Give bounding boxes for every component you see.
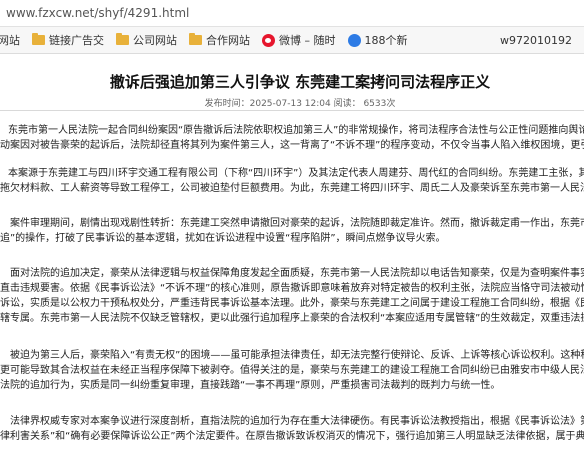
bookmark-link-exchange[interactable]: 链接广告交 — [32, 32, 104, 48]
bookmark-label: 微博 – 随时 — [279, 34, 336, 47]
bookmark-label: 188个新 — [364, 34, 408, 47]
bookmark-label: 网站 — [0, 34, 20, 47]
paragraph-line: 更可能导致其合法权益在未经正当程序保障下被剥夺。值得关注的是，豪荣与东莞建工的建… — [0, 365, 584, 376]
article: 撤诉后强追加第三人引争议 东莞建工案拷问司法程序正义 发布时间：2025-07-… — [0, 54, 584, 449]
paragraph-line: 诉讼，实质是以公权力干预私权处分，严重违背民事诉讼基本法理。此外，豪荣与东莞建工… — [0, 298, 584, 309]
paragraph-line: 被迫为第三人后，豪荣陷入“有责无权”的困境——虽可能承担法律责任，却无法完整行使… — [10, 350, 584, 361]
article-meta: 发布时间：2025-07-13 12:04 阅读： 6533次 — [204, 99, 396, 109]
paragraph-line: 东莞市第一人民法院一起合同纠纷案因“原告撤诉后法院依职权追加第三人”的非常规操作… — [8, 125, 584, 136]
baidu-paw-icon — [347, 33, 361, 47]
paragraph-line: 法律界权威专家对本案争议进行深度剖析，直指法院的追加行为存在重大法律硬伤。有民事… — [10, 416, 584, 427]
bookmark-weibo[interactable]: 微博 – 随时 — [262, 32, 336, 48]
article-paragraph: 案件审理期间，剧情出现戏剧性转折：东莞建工突然申请撤回对豪荣的起诉，法院随即裁定… — [0, 216, 584, 246]
paragraph-line: 律利害关系”和“确有必要保障诉讼公正”两个法定要件。在原告撤诉致诉权消灭的情况下… — [0, 431, 584, 442]
bookmark-company-sites[interactable]: 公司网站 — [116, 32, 177, 48]
article-paragraph: 本案源于东莞建工与四川环宇交通工程有限公司（下称“四川环宇”）及其法定代表人周建… — [0, 166, 584, 196]
paragraph-line: 本案源于东莞建工与四川环宇交通工程有限公司（下称“四川环宇”）及其法定代表人周建… — [8, 168, 584, 179]
paragraph-line: 辖专属。东莞市第一人民法院不仅缺乏管辖权，更以此强行追加程序上豪荣的合法权利“本… — [0, 313, 584, 324]
folder-icon — [32, 33, 45, 45]
paragraph-line: 直击违规要害。依据《民事诉讼法》“不诉不理”的核心准则，原告撤诉即意味着放弃对特… — [0, 283, 584, 294]
article-paragraph: 被迫为第三人后，豪荣陷入“有责无权”的困境——虽可能承担法律责任，却无法完整行使… — [0, 348, 584, 393]
url-text[interactable]: www.fzxcw.net/shyf/4291.html — [6, 6, 189, 20]
bookmark-label: 公司网站 — [133, 34, 177, 47]
folder-icon — [116, 33, 129, 45]
paragraph-line: 法院的追加行为，实质是同一纠纷重复审理，直接践踏“一事不再理”原则，严重损害司法… — [0, 380, 501, 391]
paragraph-line: 案件审理期间，剧情出现戏剧性转折：东莞建工突然申请撤回对豪荣的起诉，法院随即裁定… — [10, 218, 584, 229]
paragraph-line: 面对法院的追加决定，豪荣从法律逻辑与权益保障角度发起全面质疑，东莞市第一人民法院… — [10, 268, 584, 279]
bookmark-label: 链接广告交 — [49, 34, 104, 47]
bookmark-188[interactable]: 188个新 — [347, 32, 408, 48]
bookmark-websites[interactable]: 网站 — [0, 32, 20, 48]
paragraph-line: 动案因对被告豪荣的起诉后，法院却径直将其列为案件第三人，这一背离了“不诉不理”的… — [0, 140, 584, 151]
bookmarks-bar: 网站 链接广告交 公司网站 合作网站 微博 – 随时 188个新 w972010… — [0, 27, 584, 54]
article-paragraph: 东莞市第一人民法院一起合同纠纷案因“原告撤诉后法院依职权追加第三人”的非常规操作… — [0, 123, 584, 153]
paragraph-line: 追”的操作，打破了民事诉讼的基本逻辑，扰如在诉讼进程中设置“程序陷阱”，瞬间点燃… — [0, 233, 446, 244]
folder-icon — [189, 33, 202, 45]
article-paragraph: 法律界权威专家对本案争议进行深度剖析，直指法院的追加行为存在重大法律硬伤。有民事… — [0, 414, 584, 444]
title-divider — [0, 110, 584, 111]
bookmark-label: 合作网站 — [206, 34, 250, 47]
paragraph-line: 拖欠材料款、工人薪资等导致工程停工，公司被迫垫付巨额费用。为此，东莞建工将四川环… — [0, 183, 584, 194]
article-paragraph: 面对法院的追加决定，豪荣从法律逻辑与权益保障角度发起全面质疑，东莞市第一人民法院… — [0, 266, 584, 326]
address-bar[interactable]: www.fzxcw.net/shyf/4291.html — [0, 0, 584, 27]
bookmark-partner-sites[interactable]: 合作网站 — [189, 32, 250, 48]
bookmark-overflow-text[interactable]: w972010192 — [500, 34, 572, 47]
weibo-icon — [262, 33, 275, 47]
article-title: 撤诉后强追加第三人引争议 东莞建工案拷问司法程序正义 — [109, 73, 491, 91]
